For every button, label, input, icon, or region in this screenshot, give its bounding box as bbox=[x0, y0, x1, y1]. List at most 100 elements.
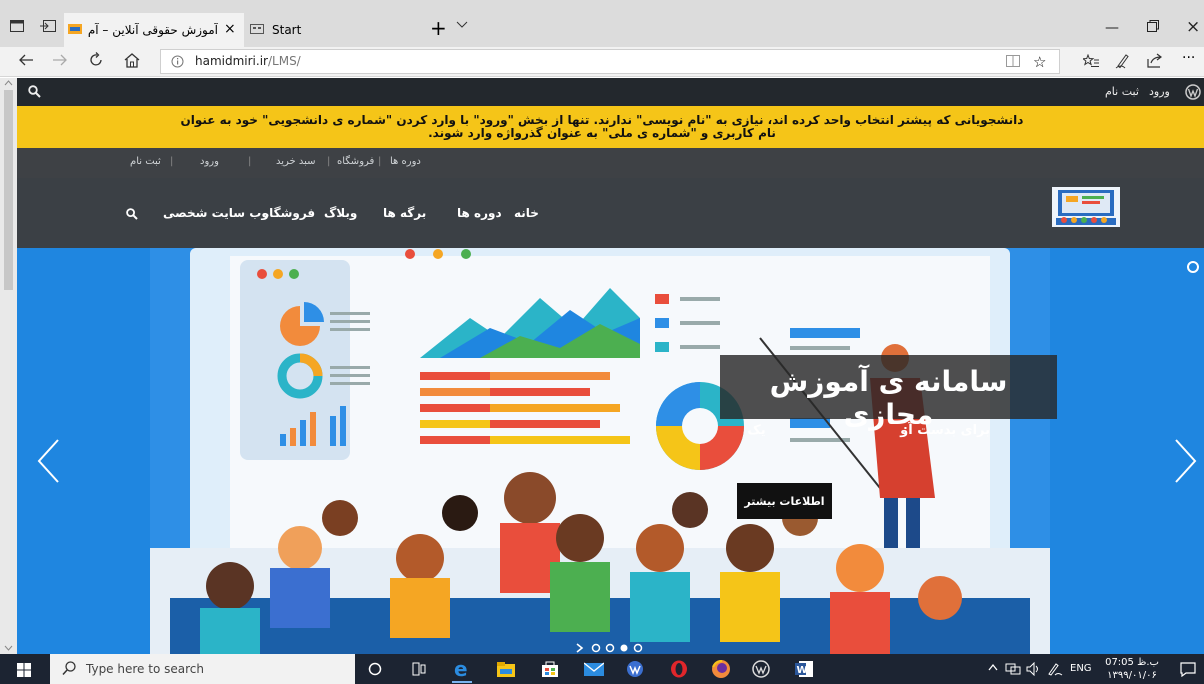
word-icon[interactable]: W bbox=[795, 660, 813, 678]
opera-icon[interactable] bbox=[670, 660, 688, 678]
back-icon[interactable] bbox=[18, 53, 34, 67]
slider-pagination[interactable] bbox=[574, 640, 674, 654]
nav-search-icon[interactable] bbox=[126, 208, 138, 220]
tab-favicon-icon bbox=[68, 24, 82, 34]
nav-separator: | bbox=[248, 156, 252, 167]
nav-home[interactable]: خانه bbox=[514, 206, 539, 220]
tab-title: آموزش حقوقی آنلاین – آم bbox=[88, 23, 218, 37]
clock-time: 07:05 ب.ظ bbox=[1105, 657, 1159, 668]
file-explorer-icon[interactable] bbox=[497, 661, 515, 677]
top-nav-shop[interactable]: فروشگاه bbox=[337, 156, 374, 167]
pen-notes-icon[interactable] bbox=[1115, 53, 1131, 69]
pen-workspace-icon[interactable] bbox=[1047, 662, 1063, 676]
windows-taskbar: Type here to search e W ENG 07:05 ب.ظ ۱۳… bbox=[0, 654, 1204, 684]
hero-illustration bbox=[0, 248, 1204, 654]
favorite-star-icon[interactable]: ☆ bbox=[1033, 53, 1046, 71]
notice-banner: دانشجویانی که پیشتر انتخاب واحد کرده اند… bbox=[0, 106, 1204, 148]
svg-text:W: W bbox=[797, 665, 808, 676]
tray-expand-icon[interactable] bbox=[988, 663, 998, 671]
nav-courses[interactable]: دوره ها bbox=[457, 206, 502, 220]
nav-separator: | bbox=[327, 156, 331, 167]
site-info-icon[interactable] bbox=[171, 55, 184, 68]
hero-slider: سامانه ی آموزش مجازی برای بدست آو یک اطل… bbox=[0, 248, 1204, 654]
action-center-icon[interactable] bbox=[1180, 662, 1196, 677]
set-aside-tabs-icon[interactable] bbox=[40, 20, 56, 32]
app-shield-icon[interactable] bbox=[626, 660, 644, 678]
network-icon[interactable] bbox=[1005, 662, 1021, 676]
forward-icon[interactable] bbox=[52, 53, 68, 67]
start-favicon-icon bbox=[250, 24, 264, 34]
slider-pause-icon[interactable] bbox=[1186, 260, 1200, 274]
mail-icon[interactable] bbox=[584, 661, 604, 677]
url-field[interactable]: hamidmiri.ir/LMS/ bbox=[160, 49, 1060, 74]
wordpress-logo-icon[interactable] bbox=[1185, 84, 1201, 100]
svg-text:e: e bbox=[454, 659, 468, 679]
site-logo[interactable] bbox=[1052, 187, 1120, 227]
search-icon bbox=[62, 661, 76, 676]
hero-title: سامانه ی آموزش مجازی bbox=[769, 365, 1008, 431]
admin-login-link[interactable]: ورود bbox=[1149, 85, 1170, 98]
tab-active[interactable]: آموزش حقوقی آنلاین – آم × bbox=[64, 13, 244, 47]
store-icon[interactable] bbox=[541, 660, 559, 678]
tab-preview-chevron-icon[interactable] bbox=[456, 21, 468, 29]
tab-actions-icon[interactable] bbox=[10, 20, 24, 32]
tab-start[interactable]: Start bbox=[246, 13, 416, 47]
nav-blog[interactable]: وبلاگ bbox=[324, 206, 357, 220]
clock[interactable]: 07:05 ب.ظ ۱۳۹۹/۰۱/۰۶ bbox=[1102, 656, 1162, 682]
scroll-down-arrow-icon[interactable] bbox=[4, 645, 13, 651]
hero-caption-box: سامانه ی آموزش مجازی bbox=[720, 355, 1057, 431]
top-nav-login[interactable]: ورود bbox=[200, 156, 219, 167]
cortana-icon[interactable] bbox=[368, 662, 382, 676]
language-indicator[interactable]: ENG bbox=[1070, 663, 1092, 674]
nav-pages[interactable]: برگه ها bbox=[383, 206, 426, 220]
refresh-icon[interactable] bbox=[88, 52, 104, 68]
nav-personal-site[interactable]: وب سایت شخصی bbox=[163, 206, 269, 220]
url-path: /LMS/ bbox=[267, 54, 301, 68]
search-icon[interactable] bbox=[28, 85, 41, 98]
url-text[interactable]: hamidmiri.ir/LMS/ bbox=[195, 54, 301, 68]
browser-tab-bar: آموزش حقوقی آنلاین – آم × Start + — × bbox=[0, 0, 1204, 47]
hero-subtitle-start: برای بدست آو bbox=[900, 423, 990, 438]
hero-subtitle: برای بدست آو یک bbox=[720, 423, 990, 438]
top-nav-courses[interactable]: دوره ها bbox=[390, 156, 421, 167]
admin-bar: ثبت نام ورود bbox=[0, 78, 1204, 106]
nav-separator: | bbox=[378, 156, 382, 167]
scroll-thumb[interactable] bbox=[4, 90, 13, 290]
top-nav-cart[interactable]: سبد خرید bbox=[276, 156, 316, 167]
firefox-icon[interactable] bbox=[711, 659, 731, 679]
page-viewport: ثبت نام ورود دانشجویانی که پیشتر انتخاب … bbox=[0, 78, 1204, 654]
top-nav-register[interactable]: ثبت نام bbox=[130, 156, 161, 167]
nav-separator: | bbox=[170, 156, 174, 167]
share-icon[interactable] bbox=[1147, 53, 1163, 68]
scroll-up-arrow-icon[interactable] bbox=[4, 80, 13, 86]
new-tab-button[interactable]: + bbox=[430, 16, 447, 40]
reading-view-icon[interactable] bbox=[1006, 55, 1020, 67]
edge-active-indicator bbox=[452, 681, 472, 683]
slider-next-icon[interactable] bbox=[1174, 438, 1198, 484]
close-window-button[interactable]: × bbox=[1186, 17, 1200, 37]
admin-register-link[interactable]: ثبت نام bbox=[1105, 85, 1139, 98]
notice-text: دانشجویانی که پیشتر انتخاب واحد کرده اند… bbox=[180, 113, 1024, 140]
main-nav: وب سایت شخصی فروشگاه وبلاگ برگه ها دوره … bbox=[0, 178, 1204, 248]
nav-shop[interactable]: فروشگاه bbox=[262, 206, 315, 220]
volume-icon[interactable] bbox=[1026, 662, 1042, 676]
more-info-button[interactable]: اطلاعات بیشتر bbox=[737, 483, 832, 519]
taskbar-search-box[interactable]: Type here to search bbox=[50, 654, 355, 684]
edge-app-icon[interactable]: e bbox=[452, 659, 472, 679]
windows-start-icon[interactable] bbox=[17, 663, 31, 677]
task-view-icon[interactable] bbox=[412, 662, 426, 676]
tab-close-icon[interactable]: × bbox=[224, 21, 236, 37]
clock-date: ۱۳۹۹/۰۱/۰۶ bbox=[1107, 670, 1157, 681]
tab-title: Start bbox=[272, 23, 302, 37]
taskbar-search-placeholder: Type here to search bbox=[86, 662, 204, 676]
url-host: hamidmiri.ir bbox=[195, 54, 268, 68]
restore-button[interactable] bbox=[1147, 20, 1159, 32]
more-menu-icon[interactable]: ··· bbox=[1182, 50, 1195, 66]
favorites-hub-icon[interactable] bbox=[1083, 54, 1099, 68]
hero-subtitle-end: یک bbox=[747, 423, 766, 438]
wordpress-app-icon[interactable] bbox=[752, 660, 770, 678]
slider-prev-icon[interactable] bbox=[36, 438, 60, 484]
home-icon[interactable] bbox=[124, 53, 140, 68]
vertical-scrollbar[interactable] bbox=[0, 78, 17, 654]
minimize-button[interactable]: — bbox=[1105, 20, 1119, 36]
